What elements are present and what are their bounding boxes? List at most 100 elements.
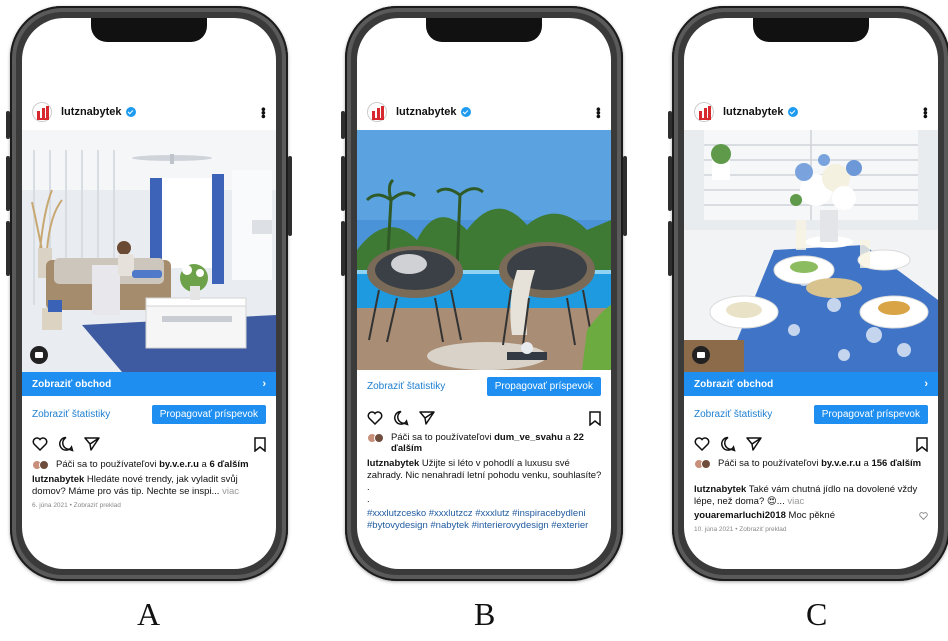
post-caption: lutznabytek Užijte si léto v pohodlí a l… — [367, 458, 603, 532]
screen-c: lutznabytek ••• Zobraziť obchod › Zobraz… — [684, 18, 938, 569]
likes-and: a — [863, 458, 869, 469]
view-shop-label: Zobraziť obchod — [32, 378, 112, 390]
caption-account[interactable]: lutznabytek — [694, 484, 746, 495]
likes-user[interactable]: dum_ve_svahu — [494, 432, 563, 443]
more-options-icon[interactable]: ••• — [256, 107, 271, 118]
account-logo-icon[interactable] — [367, 102, 387, 122]
account-logo-icon[interactable] — [694, 102, 714, 122]
comment-icon[interactable] — [58, 436, 74, 452]
panel-letter-b: B — [474, 596, 496, 632]
heart-icon[interactable] — [32, 437, 48, 451]
verified-badge-icon — [787, 107, 798, 117]
action-bar — [367, 408, 601, 428]
power-button — [288, 156, 292, 236]
post-photo-table-setting — [684, 130, 938, 372]
share-icon[interactable] — [84, 437, 100, 451]
verified-badge-icon — [460, 107, 471, 117]
volume-up-button — [668, 156, 672, 211]
volume-up-button — [6, 156, 10, 211]
post-header: lutznabytek ••• — [22, 96, 276, 128]
promote-post-button[interactable]: Propagovať príspevok — [151, 404, 266, 424]
liker-avatars — [32, 460, 50, 470]
post-date: 6. júna 2021 • Zobraziť preklad — [32, 502, 121, 509]
phone-b: lutznabytek ••• Zobraziť štatistiky Prop… — [341, 6, 627, 581]
account-name[interactable]: lutznabytek — [61, 106, 122, 118]
likes-line: Páči sa to používateľovi dum_ve_svahu a … — [367, 432, 601, 454]
phone-a: lutznabytek ••• Zobraziť obchod › Zobraz… — [6, 6, 292, 581]
more-options-icon[interactable]: ••• — [591, 107, 606, 118]
mute-switch — [668, 111, 672, 139]
promote-post-button[interactable]: Propagovať príspevok — [486, 376, 601, 396]
caption-hashtags[interactable]: #xxxlutzcesko #xxxlutzcz #xxxlutz #inspi… — [367, 508, 603, 532]
caption-account[interactable]: lutznabytek — [367, 458, 419, 469]
action-bar — [694, 434, 928, 454]
caption-account[interactable]: lutznabytek — [32, 474, 84, 485]
volume-up-button — [341, 156, 345, 211]
chevron-right-icon: › — [262, 378, 266, 390]
comment-icon[interactable] — [393, 410, 409, 426]
likes-and: a — [565, 432, 571, 443]
bookmark-icon[interactable] — [589, 410, 601, 426]
verified-badge-icon — [125, 107, 136, 117]
comment-user[interactable]: youaremarluchi2018 — [694, 510, 786, 521]
bookmark-icon[interactable] — [916, 436, 928, 452]
account-name[interactable]: lutznabytek — [396, 106, 457, 118]
liker-avatars — [694, 459, 712, 469]
bookmark-icon[interactable] — [254, 436, 266, 452]
likes-user[interactable]: by.v.e.r.u — [159, 459, 199, 470]
caption-dot: . — [367, 494, 370, 505]
likes-others[interactable]: 156 ďalším — [871, 458, 921, 469]
view-shop-bar[interactable]: Zobraziť obchod › — [22, 372, 276, 396]
mute-switch — [341, 111, 345, 139]
view-insights-link[interactable]: Zobraziť štatistiky — [694, 409, 772, 420]
panel-letter-c: C — [806, 596, 828, 632]
view-insights-link[interactable]: Zobraziť štatistiky — [367, 381, 445, 392]
mute-switch — [6, 111, 10, 139]
chevron-right-icon: › — [924, 378, 928, 390]
likes-others[interactable]: 6 ďalším — [209, 459, 248, 470]
likes-line: Páči sa to používateľovi by.v.e.r.u a 15… — [694, 458, 928, 469]
account-name[interactable]: lutznabytek — [723, 106, 784, 118]
liker-avatars — [367, 433, 385, 443]
post-caption: lutznabytek Hledáte nové trendy, jak vyl… — [32, 474, 268, 498]
insights-row: Zobraziť štatistiky Propagovať príspevok — [357, 372, 611, 400]
likes-prefix: Páči sa to používateľovi — [56, 459, 157, 470]
volume-down-button — [341, 221, 345, 276]
comment-like-heart-icon[interactable] — [919, 512, 928, 520]
camera-icon[interactable] — [692, 346, 710, 364]
post-date: 10. júna 2021 • Zobraziť preklad — [694, 526, 787, 533]
volume-down-button — [668, 221, 672, 276]
view-shop-bar[interactable]: Zobraziť obchod › — [684, 372, 938, 396]
likes-user[interactable]: by.v.e.r.u — [821, 458, 861, 469]
screen-b: lutznabytek ••• Zobraziť štatistiky Prop… — [357, 18, 611, 569]
post-photo-living-room — [22, 130, 276, 372]
power-button — [623, 156, 627, 236]
phone-c: lutznabytek ••• Zobraziť obchod › Zobraz… — [668, 6, 948, 581]
heart-icon[interactable] — [694, 437, 710, 451]
likes-prefix: Páči sa to používateľovi — [718, 458, 819, 469]
share-icon[interactable] — [419, 411, 435, 425]
notch — [91, 18, 207, 42]
notch — [753, 18, 869, 42]
more-link[interactable]: viac — [222, 486, 239, 497]
notch — [426, 18, 542, 42]
more-link[interactable]: viac — [787, 496, 804, 507]
more-options-icon[interactable]: ••• — [918, 107, 933, 118]
view-shop-label: Zobraziť obchod — [694, 378, 774, 390]
comment-row: youaremarluchi2018 Moc pěkné — [694, 510, 920, 522]
insights-row: Zobraziť štatistiky Propagovať príspevok — [22, 400, 276, 428]
view-insights-link[interactable]: Zobraziť štatistiky — [32, 409, 110, 420]
post-header: lutznabytek ••• — [684, 96, 938, 128]
comment-text: Moc pěkné — [788, 510, 836, 521]
heart-icon[interactable] — [367, 411, 383, 425]
panel-letter-a: A — [137, 596, 161, 632]
caption-dot: . — [367, 482, 370, 493]
likes-prefix: Páči sa to používateľovi — [391, 432, 492, 443]
camera-icon[interactable] — [30, 346, 48, 364]
account-logo-icon[interactable] — [32, 102, 52, 122]
screen-a: lutznabytek ••• Zobraziť obchod › Zobraz… — [22, 18, 276, 569]
promote-post-button[interactable]: Propagovať príspevok — [813, 404, 928, 424]
comment-icon[interactable] — [720, 436, 736, 452]
volume-down-button — [6, 221, 10, 276]
share-icon[interactable] — [746, 437, 762, 451]
